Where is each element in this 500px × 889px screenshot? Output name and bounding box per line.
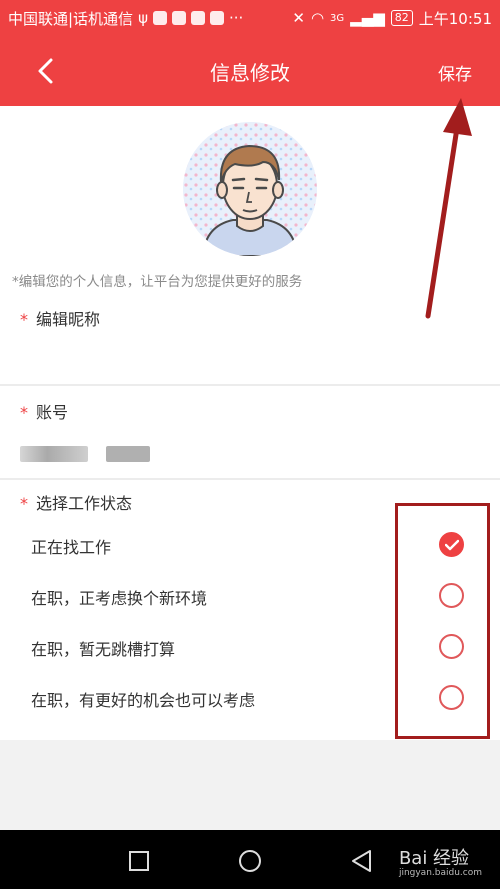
- watermark: Bai 经验 jingyan.baidu.com: [399, 844, 482, 878]
- nickname-input[interactable]: [20, 338, 480, 378]
- account-label-text: 账号: [36, 403, 69, 422]
- account-value-redacted: [20, 446, 88, 462]
- home-button[interactable]: [238, 849, 262, 873]
- watermark-brand: Bai 经验: [398, 848, 470, 869]
- annotation-arrow: [425, 98, 472, 319]
- required-mark: *: [20, 494, 28, 513]
- status-option-label: 在职，正考虑换个新环境: [31, 589, 208, 608]
- required-mark: *: [20, 403, 28, 422]
- divider: [0, 478, 500, 480]
- recent-apps-button[interactable]: [128, 850, 150, 872]
- back-nav-button[interactable]: [350, 849, 374, 873]
- system-nav-bar: Bai 经验 jingyan.baidu.com: [0, 830, 500, 889]
- divider: [0, 384, 500, 386]
- status-option-label: 在职，暂无跳槽打算: [31, 640, 176, 659]
- account-value-redacted: [106, 446, 150, 462]
- account-label: * 账号: [20, 399, 68, 423]
- work-status-label: * 选择工作状态: [20, 490, 132, 514]
- work-status-label-text: 选择工作状态: [36, 494, 133, 513]
- annotation-box: [395, 503, 490, 739]
- status-option-label: 在职，有更好的机会也可以考虑: [31, 691, 256, 710]
- watermark-url: jingyan.baidu.com: [398, 868, 482, 878]
- status-option-label: 正在找工作: [31, 538, 112, 557]
